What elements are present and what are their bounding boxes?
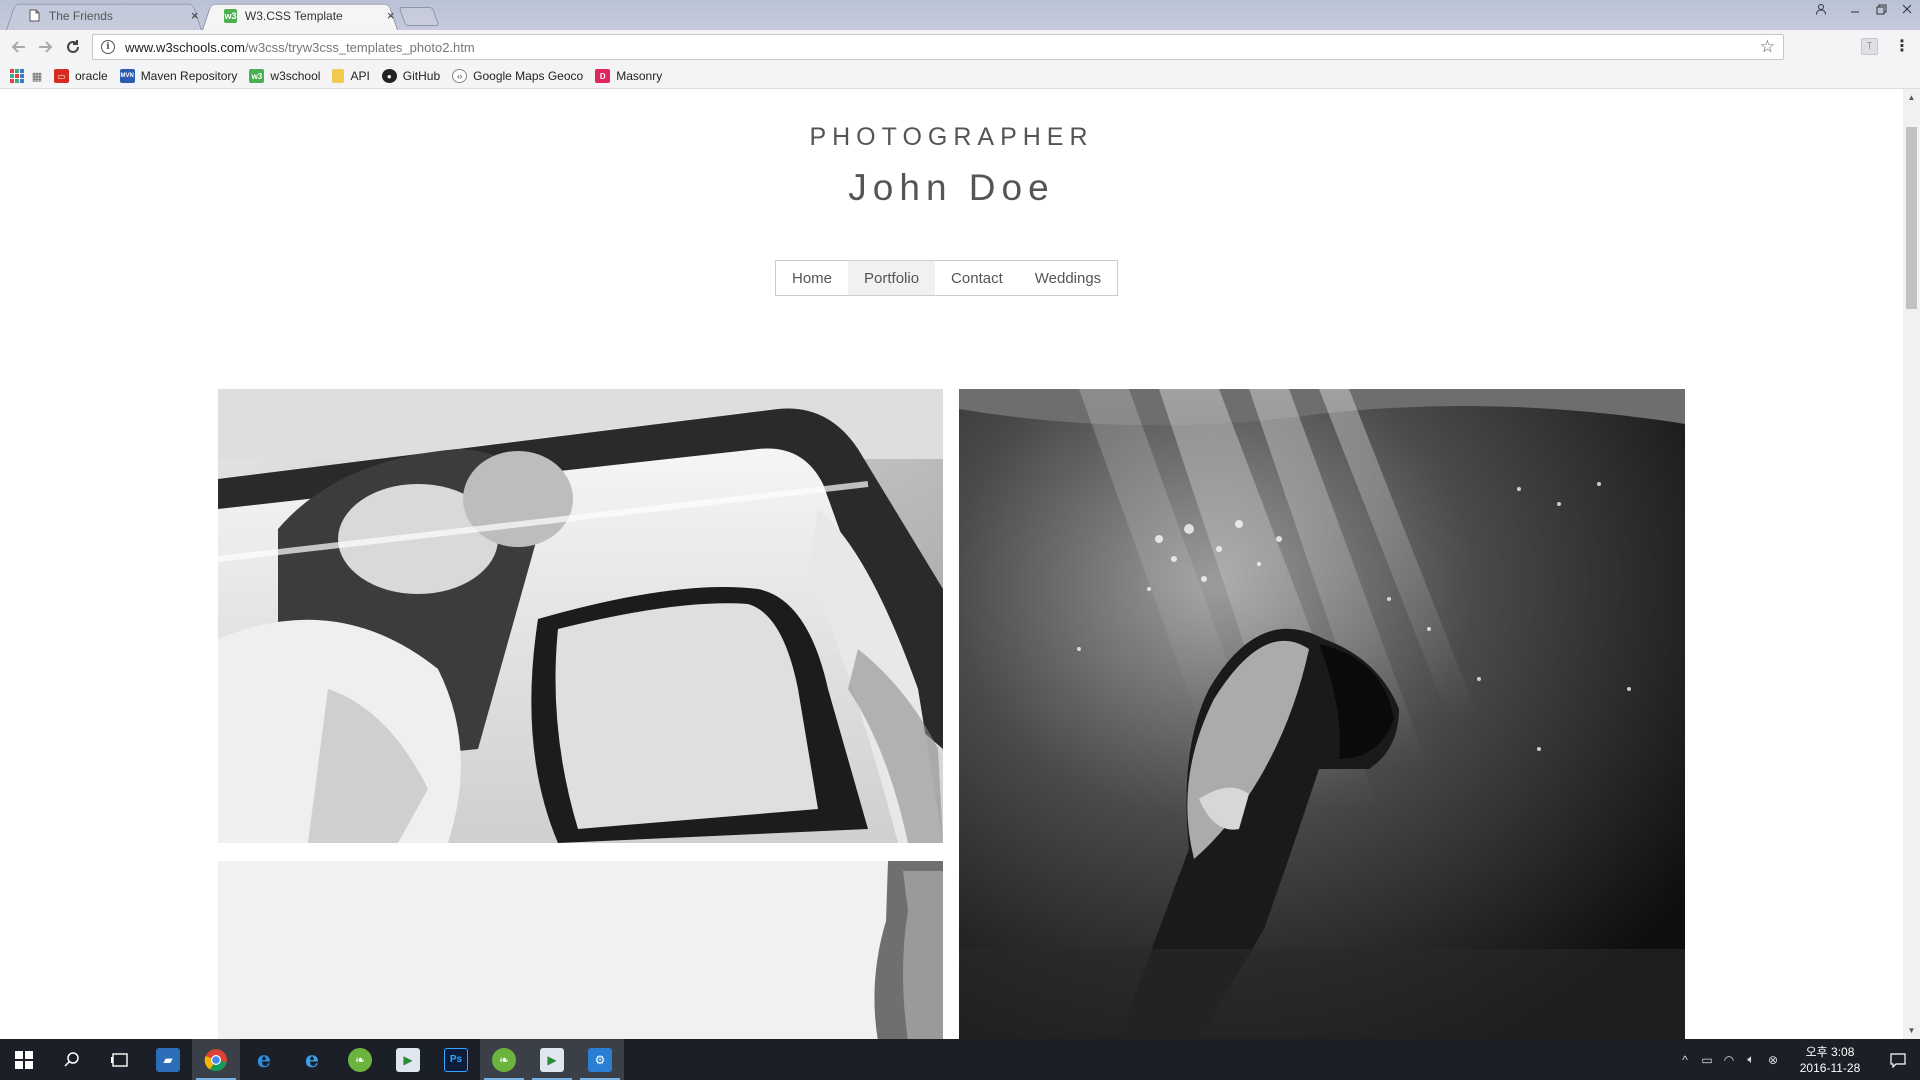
bookmarks-bar: ▦ ▭ oracle MVN Maven Repository w3 w3sch… bbox=[0, 64, 1920, 89]
chrome-menu-icon[interactable]: ⋮ bbox=[1894, 36, 1910, 56]
folder-icon bbox=[332, 69, 345, 83]
github-icon: ● bbox=[381, 69, 397, 83]
window-controls bbox=[1808, 0, 1920, 18]
edge-icon[interactable]: e bbox=[240, 1039, 288, 1080]
wifi-icon[interactable]: ◠ bbox=[1718, 1053, 1740, 1067]
bookmark-star-icon[interactable]: ☆ bbox=[1760, 37, 1775, 57]
profile-icon[interactable] bbox=[1808, 0, 1834, 18]
bookmark-masonry[interactable]: D Masonry bbox=[595, 69, 662, 83]
start-button[interactable] bbox=[0, 1039, 48, 1080]
google-maps-icon: ‹› bbox=[452, 69, 468, 83]
task-view-icon[interactable] bbox=[96, 1039, 144, 1080]
document-icon bbox=[28, 9, 41, 23]
nav-home[interactable]: Home bbox=[776, 261, 848, 295]
close-window-icon[interactable] bbox=[1894, 0, 1920, 18]
maven-icon: MVN bbox=[119, 69, 135, 83]
clock[interactable]: 오후 3:08 2016-11-28 bbox=[1790, 1044, 1870, 1076]
tab-strip: The Friends × w3 W3.CSS Template × bbox=[0, 0, 1920, 31]
search-icon[interactable] bbox=[48, 1039, 96, 1080]
minimize-icon[interactable] bbox=[1842, 0, 1868, 18]
chevron-up-icon[interactable]: ^ bbox=[1674, 1053, 1696, 1067]
clock-date: 2016-11-28 bbox=[1799, 1060, 1861, 1075]
media-player-icon[interactable]: ▶ bbox=[384, 1039, 432, 1080]
address-bar[interactable]: i www.w3schools.com/w3css/tryw3css_templ… bbox=[92, 34, 1784, 60]
bookmark-label: Masonry bbox=[616, 69, 663, 83]
site-title: John Doe bbox=[848, 167, 1055, 208]
apps-icon[interactable] bbox=[10, 69, 24, 83]
bookmark-api[interactable]: API bbox=[332, 69, 370, 83]
page-viewport: PHOTOGRAPHER John Doe Home Portfolio Con… bbox=[0, 89, 1903, 1039]
extension-icon[interactable]: T bbox=[1861, 38, 1878, 55]
battery-icon[interactable]: ▭ bbox=[1696, 1053, 1718, 1067]
volume-icon[interactable]: 🔈︎ bbox=[1740, 1052, 1762, 1067]
system-tray: ^ ▭ ◠ 🔈︎ ⊗ 오후 3:08 2016-11-28 bbox=[1674, 1039, 1920, 1080]
tab-w3css-template[interactable]: w3 W3.CSS Template × bbox=[202, 1, 398, 31]
bookmark-oracle[interactable]: ▭ oracle bbox=[54, 69, 108, 83]
photo-wedding-car[interactable] bbox=[218, 389, 943, 843]
photoshop-icon[interactable]: Ps bbox=[432, 1039, 480, 1080]
new-tab-button[interactable] bbox=[398, 7, 440, 26]
explorer-icon[interactable]: ▰ bbox=[144, 1039, 192, 1080]
windows-taskbar: ▰ e e ❧ ▶ Ps ❧ ▶ ⚙ ^ ▭ ◠ 🔈︎ ⊗ 오후 3:08 20… bbox=[0, 1039, 1920, 1080]
settings-icon[interactable]: ⚙ bbox=[576, 1039, 624, 1080]
forward-icon[interactable] bbox=[36, 37, 56, 57]
tab-title: W3.CSS Template bbox=[244, 8, 343, 23]
scroll-thumb[interactable] bbox=[1906, 127, 1917, 309]
bookmark-label: Maven Repository bbox=[140, 69, 238, 83]
w3-favicon-icon: w3 bbox=[224, 8, 237, 23]
masonry-icon: D bbox=[595, 69, 611, 83]
oracle-icon: ▭ bbox=[54, 69, 69, 83]
browser-toolbar: i www.w3schools.com/w3css/tryw3css_templ… bbox=[0, 30, 1920, 64]
back-icon[interactable] bbox=[8, 37, 28, 57]
network-error-icon[interactable]: ⊗ bbox=[1762, 1053, 1784, 1067]
photo-underwater-woman[interactable] bbox=[959, 389, 1685, 1039]
scroll-up-icon[interactable]: ▲ bbox=[1903, 89, 1920, 106]
clock-time: 오후 3:08 bbox=[1805, 1044, 1855, 1059]
bookmark-w3school[interactable]: w3 w3school bbox=[249, 69, 320, 83]
url-host: www.w3schools.com bbox=[125, 39, 245, 55]
main-nav: Home Portfolio Contact Weddings bbox=[775, 260, 1119, 296]
bookmark-manager-icon[interactable]: ▦ bbox=[30, 69, 44, 83]
reload-icon[interactable] bbox=[63, 37, 83, 57]
nav-contact[interactable]: Contact bbox=[935, 261, 1019, 295]
info-icon[interactable]: i bbox=[101, 40, 115, 54]
site-tagline: PHOTOGRAPHER bbox=[809, 123, 1094, 151]
scroll-down-icon[interactable]: ▼ bbox=[1903, 1022, 1920, 1039]
tab-title: The Friends bbox=[48, 8, 113, 23]
bookmark-label: API bbox=[350, 69, 370, 83]
bookmark-label: w3school bbox=[270, 69, 321, 83]
tab-the-friends[interactable]: The Friends × bbox=[6, 1, 202, 31]
bookmark-label: oracle bbox=[75, 69, 108, 83]
browser-chrome: The Friends × w3 W3.CSS Template × i www… bbox=[0, 0, 1920, 89]
spring-icon[interactable]: ❧ bbox=[336, 1039, 384, 1080]
restore-icon[interactable] bbox=[1868, 0, 1894, 18]
bookmark-github[interactable]: ● GitHub bbox=[381, 69, 441, 83]
page-scrollbar[interactable]: ▲ ▼ bbox=[1903, 89, 1920, 1039]
bookmark-google-maps[interactable]: ‹› Google Maps Geoco bbox=[452, 69, 583, 83]
nav-weddings[interactable]: Weddings bbox=[1019, 261, 1117, 295]
notification-icon[interactable] bbox=[1876, 1039, 1920, 1080]
media-player-icon-2[interactable]: ▶ bbox=[528, 1039, 576, 1080]
start-icon bbox=[15, 1050, 33, 1069]
url-path: /w3css/tryw3css_templates_photo2.htm bbox=[244, 39, 475, 55]
bookmark-label: GitHub bbox=[402, 69, 441, 83]
w3school-icon: w3 bbox=[249, 69, 265, 83]
nav-portfolio[interactable]: Portfolio bbox=[848, 261, 936, 295]
chrome-icon[interactable] bbox=[192, 1039, 240, 1080]
bookmark-label: Google Maps Geoco bbox=[473, 69, 584, 83]
ie-icon[interactable]: e bbox=[288, 1039, 336, 1080]
spring-icon-2[interactable]: ❧ bbox=[480, 1039, 528, 1080]
close-icon[interactable]: × bbox=[187, 8, 202, 23]
photo-third[interactable] bbox=[218, 861, 943, 1039]
close-icon[interactable]: × bbox=[383, 8, 398, 23]
bookmark-maven-repository[interactable]: MVN Maven Repository bbox=[119, 69, 238, 83]
